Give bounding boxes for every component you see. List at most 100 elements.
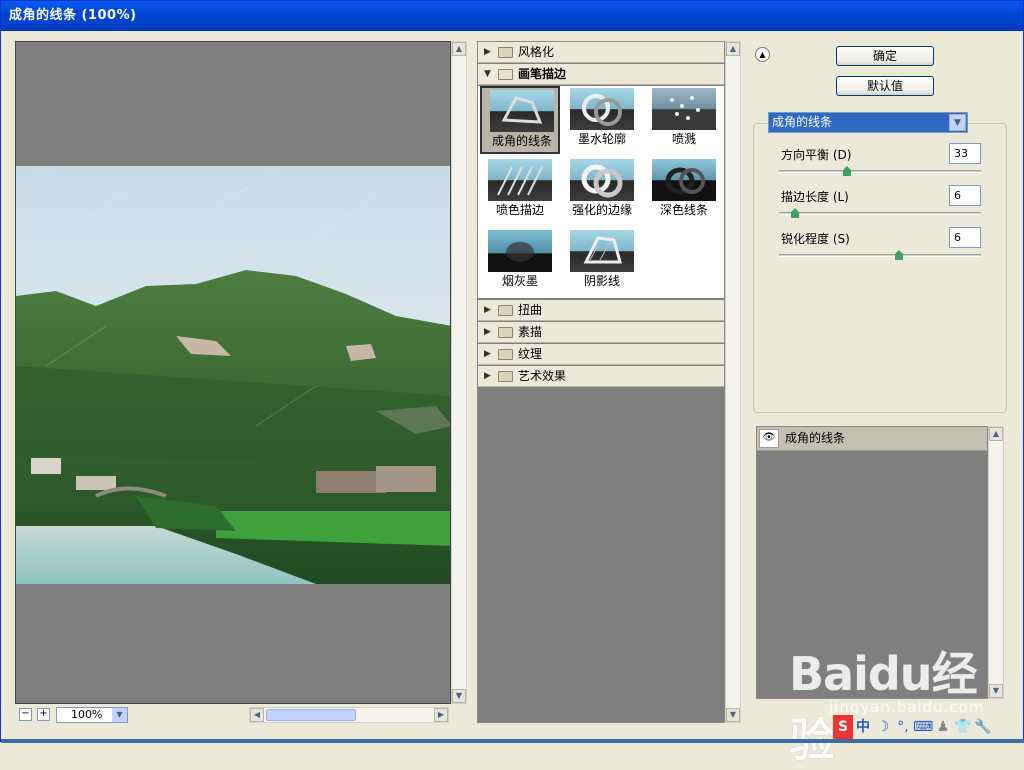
thumb-label: 墨水轮廓: [577, 132, 626, 146]
zoom-out-button[interactable]: −: [19, 708, 32, 721]
chevron-down-icon: ▼: [112, 708, 127, 722]
scroll-thumb[interactable]: [266, 709, 356, 721]
thumb-label: 喷溅: [671, 132, 696, 146]
filter-select[interactable]: 成角的线条 ▼: [768, 112, 968, 133]
thumb-image: [570, 88, 634, 130]
scroll-up-icon[interactable]: ▲: [989, 427, 1003, 441]
category-distort[interactable]: ▶ 扭曲: [478, 300, 724, 321]
preview-horizontal-scrollbar[interactable]: ◀ ▶: [249, 707, 449, 723]
default-button[interactable]: 默认值: [836, 76, 934, 96]
expand-arrow-icon: ▶: [484, 349, 491, 359]
zoom-value: 100%: [71, 708, 103, 721]
thumb-image: [652, 88, 716, 130]
scroll-down-icon[interactable]: ▼: [726, 708, 740, 722]
stroke-length-input[interactable]: 6: [949, 185, 981, 206]
thumb-image: [488, 159, 552, 201]
ime-tray: S 中 ☽ °, ⌨ ♟ 👕 🔧: [833, 715, 1023, 739]
folder-icon: [498, 47, 513, 58]
category-label: 艺术效果: [518, 369, 567, 383]
watermark-url: jingyan.baidu.com: [829, 698, 985, 716]
thumb-image: [490, 90, 554, 132]
user-icon[interactable]: ♟: [933, 715, 953, 739]
preview-vertical-scrollbar[interactable]: ▲ ▼: [451, 41, 467, 704]
scroll-left-icon[interactable]: ◀: [250, 708, 264, 722]
scroll-up-icon[interactable]: ▲: [452, 42, 466, 56]
expand-arrow-icon: ▶: [484, 305, 491, 315]
category-label: 风格化: [518, 45, 555, 59]
category-label: 素描: [518, 325, 543, 339]
eye-icon[interactable]: 👁: [759, 429, 779, 448]
preview-pane[interactable]: [15, 41, 451, 704]
thumb-crosshatch[interactable]: 阴影线: [562, 228, 642, 296]
thumb-angled-strokes[interactable]: 成角的线条: [480, 86, 560, 154]
thumb-ink-outlines[interactable]: 墨水轮廓: [562, 86, 642, 154]
preview-image: [16, 166, 450, 584]
thumb-spatter[interactable]: 喷溅: [644, 86, 724, 154]
settings-group: [753, 123, 1007, 413]
direction-balance-input[interactable]: 33: [949, 143, 981, 164]
thumb-label: 阴影线: [583, 274, 620, 288]
folder-icon: [498, 327, 513, 338]
tree-scrollbar[interactable]: ▲ ▼: [725, 41, 741, 723]
zoom-in-button[interactable]: +: [37, 708, 50, 721]
thumb-accented-edges[interactable]: 强化的边缘: [562, 157, 642, 225]
zoom-select[interactable]: 100% ▼: [56, 707, 128, 723]
category-label: 画笔描边: [518, 67, 567, 81]
category-sketch[interactable]: ▶ 素描: [478, 322, 724, 343]
scroll-up-icon[interactable]: ▲: [726, 42, 740, 56]
window-title: 成角的线条 (100%): [1, 1, 1023, 31]
folder-icon: [498, 371, 513, 382]
punctuation-icon[interactable]: °,: [893, 715, 913, 739]
thumb-label: 强化的边缘: [571, 203, 632, 217]
category-texture[interactable]: ▶ 纹理: [478, 344, 724, 365]
thumb-image: [652, 159, 716, 201]
param-label-stroke-length: 描边长度 (L): [781, 190, 849, 204]
thumb-label: 喷色描边: [495, 203, 544, 217]
thumb-label: 成角的线条: [491, 134, 552, 148]
scroll-right-icon[interactable]: ▶: [434, 708, 448, 722]
sogou-icon[interactable]: S: [833, 715, 853, 739]
folder-icon: [498, 349, 513, 360]
category-artistic[interactable]: ▶ 艺术效果: [478, 366, 724, 387]
thumb-dark-strokes[interactable]: 深色线条: [644, 157, 724, 225]
thumb-image: [570, 230, 634, 272]
expand-arrow-icon: ▶: [484, 327, 491, 337]
tools-icon[interactable]: 🔧: [973, 715, 993, 739]
skin-icon[interactable]: 👕: [953, 715, 973, 739]
collapse-panel-icon[interactable]: ▲: [755, 47, 770, 62]
direction-balance-slider[interactable]: [779, 166, 981, 176]
ok-button[interactable]: 确定: [836, 46, 934, 66]
category-label: 扭曲: [518, 303, 543, 317]
thumb-label: 深色线条: [659, 203, 708, 217]
scroll-down-icon[interactable]: ▼: [452, 689, 466, 703]
category-brush-strokes[interactable]: ▼ 画笔描边: [478, 64, 724, 85]
thumb-sumi-e[interactable]: 烟灰墨: [480, 228, 560, 296]
thumb-label: 烟灰墨: [501, 274, 538, 288]
filter-gallery-window: 成角的线条 (100%) ▲ ▼ − + 100% ▼ ◀ ▶ ▶ 风格化 ▼ …: [0, 0, 1024, 767]
thumb-image: [570, 159, 634, 201]
expand-arrow-icon: ▶: [484, 47, 491, 57]
thumbnail-grid: 成角的线条 墨水轮廓 喷溅 喷色描边 强化的边缘 深色线条 烟灰墨 阴影线: [478, 86, 724, 298]
folder-icon: [498, 305, 513, 316]
sharpness-slider[interactable]: [779, 250, 981, 260]
effect-layer-row[interactable]: 👁 成角的线条: [757, 427, 987, 451]
stroke-length-slider[interactable]: [779, 208, 981, 218]
sharpness-input[interactable]: 6: [949, 227, 981, 248]
taskbar-strip: [1, 739, 1024, 743]
thumb-image: [488, 230, 552, 272]
keyboard-icon[interactable]: ⌨: [913, 715, 933, 739]
moon-icon[interactable]: ☽: [873, 715, 893, 739]
collapse-arrow-icon: ▼: [484, 69, 491, 79]
expand-arrow-icon: ▶: [484, 371, 491, 381]
effect-layer-label: 成角的线条: [785, 431, 846, 445]
param-label-direction-balance: 方向平衡 (D): [781, 148, 852, 162]
ime-chinese-icon[interactable]: 中: [853, 715, 873, 739]
filter-tree: ▶ 风格化 ▼ 画笔描边 成角的线条 墨水轮廓 喷溅 喷色描边 强化的边缘 深色…: [477, 41, 725, 723]
thumb-sprayed-strokes[interactable]: 喷色描边: [480, 157, 560, 225]
filter-select-value: 成角的线条: [772, 115, 833, 129]
open-folder-icon: [498, 69, 513, 80]
baidu-watermark: Baidu经验 jingyan.baidu.com: [771, 636, 1011, 767]
param-label-sharpness: 锐化程度 (S): [781, 232, 850, 246]
category-stylize[interactable]: ▶ 风格化: [478, 42, 724, 63]
chevron-down-icon: ▼: [949, 114, 966, 131]
